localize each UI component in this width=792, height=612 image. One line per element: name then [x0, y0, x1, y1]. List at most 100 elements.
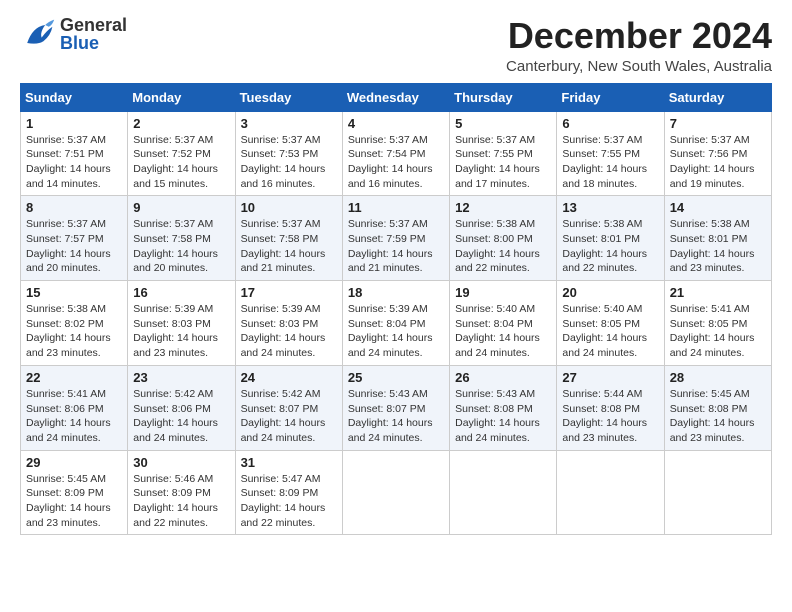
- day-content: Sunrise: 5:39 AMSunset: 8:03 PMDaylight:…: [133, 302, 229, 361]
- day-content: Sunrise: 5:37 AMSunset: 7:59 PMDaylight:…: [348, 217, 444, 276]
- calendar-cell: 11 Sunrise: 5:37 AMSunset: 7:59 PMDayligh…: [342, 196, 449, 281]
- day-number: 31: [241, 455, 337, 470]
- day-content: Sunrise: 5:43 AMSunset: 8:08 PMDaylight:…: [455, 387, 551, 446]
- day-number: 13: [562, 200, 658, 215]
- day-content: Sunrise: 5:37 AMSunset: 7:58 PMDaylight:…: [133, 217, 229, 276]
- header-day-saturday: Saturday: [664, 83, 771, 111]
- day-number: 24: [241, 370, 337, 385]
- day-content: Sunrise: 5:38 AMSunset: 8:01 PMDaylight:…: [670, 217, 766, 276]
- month-title: December 2024: [506, 16, 772, 56]
- day-content: Sunrise: 5:37 AMSunset: 7:58 PMDaylight:…: [241, 217, 337, 276]
- calendar-cell: 30 Sunrise: 5:46 AMSunset: 8:09 PMDayligh…: [128, 450, 235, 535]
- day-content: Sunrise: 5:37 AMSunset: 7:55 PMDaylight:…: [455, 133, 551, 192]
- day-number: 8: [26, 200, 122, 215]
- calendar-cell: 3 Sunrise: 5:37 AMSunset: 7:53 PMDaylight…: [235, 111, 342, 196]
- day-number: 5: [455, 116, 551, 131]
- location-title: Canterbury, New South Wales, Australia: [506, 58, 772, 75]
- day-number: 27: [562, 370, 658, 385]
- calendar-cell: 31 Sunrise: 5:47 AMSunset: 8:09 PMDayligh…: [235, 450, 342, 535]
- day-number: 21: [670, 285, 766, 300]
- day-number: 22: [26, 370, 122, 385]
- day-number: 12: [455, 200, 551, 215]
- day-content: Sunrise: 5:38 AMSunset: 8:00 PMDaylight:…: [455, 217, 551, 276]
- calendar-week-row: 8 Sunrise: 5:37 AMSunset: 7:57 PMDaylight…: [21, 196, 772, 281]
- day-number: 10: [241, 200, 337, 215]
- calendar-cell: 22Sunrise: 5:41 AMSunset: 8:06 PMDayligh…: [21, 365, 128, 450]
- day-content: Sunrise: 5:38 AMSunset: 8:02 PMDaylight:…: [26, 302, 122, 361]
- day-number: 15: [26, 285, 122, 300]
- calendar-cell: 9 Sunrise: 5:37 AMSunset: 7:58 PMDaylight…: [128, 196, 235, 281]
- day-content: Sunrise: 5:37 AMSunset: 7:56 PMDaylight:…: [670, 133, 766, 192]
- calendar-cell: 23Sunrise: 5:42 AMSunset: 8:06 PMDayligh…: [128, 365, 235, 450]
- calendar-cell: 19 Sunrise: 5:40 AMSunset: 8:04 PMDayligh…: [450, 281, 557, 366]
- day-number: 19: [455, 285, 551, 300]
- calendar-cell: 12 Sunrise: 5:38 AMSunset: 8:00 PMDayligh…: [450, 196, 557, 281]
- calendar-cell: [450, 450, 557, 535]
- day-number: 25: [348, 370, 444, 385]
- calendar-cell: 16 Sunrise: 5:39 AMSunset: 8:03 PMDayligh…: [128, 281, 235, 366]
- calendar-cell: 20Sunrise: 5:40 AMSunset: 8:05 PMDayligh…: [557, 281, 664, 366]
- day-content: Sunrise: 5:44 AMSunset: 8:08 PMDaylight:…: [562, 387, 658, 446]
- header-day-thursday: Thursday: [450, 83, 557, 111]
- day-number: 4: [348, 116, 444, 131]
- calendar-cell: 7Sunrise: 5:37 AMSunset: 7:56 PMDaylight…: [664, 111, 771, 196]
- calendar-cell: 14 Sunrise: 5:38 AMSunset: 8:01 PMDayligh…: [664, 196, 771, 281]
- day-number: 6: [562, 116, 658, 131]
- day-number: 17: [241, 285, 337, 300]
- header-day-wednesday: Wednesday: [342, 83, 449, 111]
- calendar-cell: 21Sunrise: 5:41 AMSunset: 8:05 PMDayligh…: [664, 281, 771, 366]
- calendar-week-row: 15 Sunrise: 5:38 AMSunset: 8:02 PMDayligh…: [21, 281, 772, 366]
- day-number: 14: [670, 200, 766, 215]
- day-number: 1: [26, 116, 122, 131]
- logo-general-text: General: [60, 16, 127, 34]
- day-content: Sunrise: 5:39 AMSunset: 8:03 PMDaylight:…: [241, 302, 337, 361]
- day-number: 3: [241, 116, 337, 131]
- calendar-cell: 13 Sunrise: 5:38 AMSunset: 8:01 PMDayligh…: [557, 196, 664, 281]
- day-content: Sunrise: 5:37 AMSunset: 7:55 PMDaylight:…: [562, 133, 658, 192]
- day-number: 20: [562, 285, 658, 300]
- calendar-header-row: SundayMondayTuesdayWednesdayThursdayFrid…: [21, 83, 772, 111]
- calendar-table: SundayMondayTuesdayWednesdayThursdayFrid…: [20, 83, 772, 536]
- day-content: Sunrise: 5:37 AMSunset: 7:57 PMDaylight:…: [26, 217, 122, 276]
- day-content: Sunrise: 5:42 AMSunset: 8:07 PMDaylight:…: [241, 387, 337, 446]
- day-content: Sunrise: 5:42 AMSunset: 8:06 PMDaylight:…: [133, 387, 229, 446]
- calendar-cell: 18Sunrise: 5:39 AMSunset: 8:04 PMDayligh…: [342, 281, 449, 366]
- day-content: Sunrise: 5:37 AMSunset: 7:51 PMDaylight:…: [26, 133, 122, 192]
- day-content: Sunrise: 5:45 AMSunset: 8:08 PMDaylight:…: [670, 387, 766, 446]
- calendar-cell: 29Sunrise: 5:45 AMSunset: 8:09 PMDayligh…: [21, 450, 128, 535]
- calendar-week-row: 1 Sunrise: 5:37 AMSunset: 7:51 PMDaylight…: [21, 111, 772, 196]
- day-content: Sunrise: 5:38 AMSunset: 8:01 PMDaylight:…: [562, 217, 658, 276]
- day-content: Sunrise: 5:47 AMSunset: 8:09 PMDaylight:…: [241, 472, 337, 531]
- calendar-cell: 4 Sunrise: 5:37 AMSunset: 7:54 PMDaylight…: [342, 111, 449, 196]
- day-number: 9: [133, 200, 229, 215]
- calendar-cell: 6 Sunrise: 5:37 AMSunset: 7:55 PMDaylight…: [557, 111, 664, 196]
- day-number: 30: [133, 455, 229, 470]
- calendar-cell: 10 Sunrise: 5:37 AMSunset: 7:58 PMDayligh…: [235, 196, 342, 281]
- day-number: 11: [348, 200, 444, 215]
- calendar-cell: 2 Sunrise: 5:37 AMSunset: 7:52 PMDaylight…: [128, 111, 235, 196]
- calendar-cell: [557, 450, 664, 535]
- day-number: 26: [455, 370, 551, 385]
- day-number: 18: [348, 285, 444, 300]
- day-content: Sunrise: 5:37 AMSunset: 7:52 PMDaylight:…: [133, 133, 229, 192]
- calendar-cell: 28 Sunrise: 5:45 AMSunset: 8:08 PMDayligh…: [664, 365, 771, 450]
- header-day-sunday: Sunday: [21, 83, 128, 111]
- calendar-week-row: 29Sunrise: 5:45 AMSunset: 8:09 PMDayligh…: [21, 450, 772, 535]
- day-number: 16: [133, 285, 229, 300]
- day-content: Sunrise: 5:40 AMSunset: 8:04 PMDaylight:…: [455, 302, 551, 361]
- day-content: Sunrise: 5:45 AMSunset: 8:09 PMDaylight:…: [26, 472, 122, 531]
- day-content: Sunrise: 5:46 AMSunset: 8:09 PMDaylight:…: [133, 472, 229, 531]
- page-header: General Blue December 2024 Canterbury, N…: [20, 16, 772, 75]
- calendar-cell: 17 Sunrise: 5:39 AMSunset: 8:03 PMDayligh…: [235, 281, 342, 366]
- day-number: 28: [670, 370, 766, 385]
- logo-text: General Blue: [60, 16, 127, 52]
- day-number: 2: [133, 116, 229, 131]
- title-area: December 2024 Canterbury, New South Wale…: [506, 16, 772, 75]
- calendar-cell: 15 Sunrise: 5:38 AMSunset: 8:02 PMDayligh…: [21, 281, 128, 366]
- header-day-tuesday: Tuesday: [235, 83, 342, 111]
- day-content: Sunrise: 5:37 AMSunset: 7:54 PMDaylight:…: [348, 133, 444, 192]
- header-day-monday: Monday: [128, 83, 235, 111]
- calendar-cell: 27 Sunrise: 5:44 AMSunset: 8:08 PMDayligh…: [557, 365, 664, 450]
- day-content: Sunrise: 5:37 AMSunset: 7:53 PMDaylight:…: [241, 133, 337, 192]
- day-content: Sunrise: 5:43 AMSunset: 8:07 PMDaylight:…: [348, 387, 444, 446]
